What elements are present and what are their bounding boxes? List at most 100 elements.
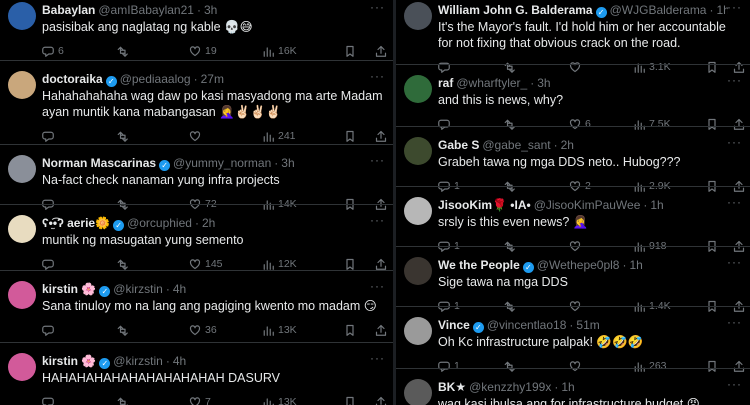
share-button[interactable] — [375, 130, 387, 142]
avatar[interactable] — [8, 155, 36, 183]
bookmark-button[interactable] — [344, 396, 356, 405]
tweet[interactable]: ʕ•̫͡•ʔ aerie🌼 ✓ @orcuphied · 2h ··· muntik ng … — [0, 204, 393, 271]
author-name[interactable]: Babaylan — [42, 3, 95, 17]
tweet[interactable]: kirstin 🌸 ✓ @kirzstin · 4h ··· Sana tinuloy mo… — [0, 270, 393, 343]
more-icon[interactable]: ··· — [727, 195, 742, 209]
post-time[interactable]: 27m — [201, 72, 224, 86]
author-name[interactable]: Vince — [438, 318, 470, 332]
views-button[interactable]: 241 — [262, 130, 296, 142]
avatar[interactable] — [8, 2, 36, 30]
bookmark-button[interactable] — [344, 130, 356, 142]
reply-button[interactable] — [42, 130, 58, 142]
author-name[interactable]: JisooKim🌹 •IA• — [438, 198, 531, 212]
avatar[interactable] — [404, 137, 432, 165]
like-button[interactable]: 19 — [189, 45, 217, 57]
avatar[interactable] — [8, 353, 36, 381]
post-time[interactable]: 3h — [537, 76, 550, 90]
views-button[interactable]: 13K — [262, 324, 297, 336]
like-button[interactable] — [189, 130, 205, 142]
author-name[interactable]: Norman Mascarinas — [42, 156, 156, 170]
tweet[interactable]: raf @wharftyler_ · 3h ··· and this is news, w… — [396, 64, 750, 130]
post-time[interactable]: 3h — [281, 156, 294, 170]
author-name[interactable]: ʕ•̫͡•ʔ aerie🌼 — [42, 216, 110, 230]
post-time[interactable]: 4h — [173, 354, 186, 368]
share-button[interactable] — [375, 258, 387, 270]
views-button[interactable]: 12K — [262, 258, 297, 270]
more-icon[interactable]: ··· — [727, 377, 742, 391]
reply-button[interactable] — [42, 258, 58, 270]
author-name[interactable]: doctoraika — [42, 72, 103, 86]
post-time[interactable]: 4h — [173, 282, 186, 296]
avatar[interactable] — [8, 71, 36, 99]
tweet[interactable]: Gabe S @gabe_sant · 2h ··· Grabeh tawa ng mga… — [396, 126, 750, 192]
share-button[interactable] — [375, 396, 387, 405]
author-handle[interactable]: @WJGBalderama — [610, 3, 707, 17]
like-button[interactable]: 145 — [189, 258, 223, 270]
tweet[interactable]: JisooKim🌹 •IA• @JisooKimPauWee · 1h ··· srsly… — [396, 186, 750, 252]
author-name[interactable]: kirstin 🌸 — [42, 354, 96, 368]
author-handle[interactable]: @kirzstin — [113, 354, 163, 368]
tweet[interactable]: We the People ✓ @Wethepe0pl8 · 1h ··· Sige taw… — [396, 246, 750, 312]
tweet[interactable]: Vince ✓ @vincentlao18 · 51m ··· Oh Kc infrastr… — [396, 306, 750, 372]
like-button[interactable]: 7 — [189, 396, 211, 405]
author-handle[interactable]: @JisooKimPauWee — [534, 198, 641, 212]
author-handle[interactable]: @kenzzhy199x — [469, 380, 551, 394]
tweet[interactable]: kirstin 🌸 ✓ @kirzstin · 4h ··· HAHAHAHAHAHAHAH… — [0, 342, 393, 405]
more-icon[interactable]: ··· — [727, 135, 742, 149]
bookmark-button[interactable] — [344, 324, 356, 336]
share-button[interactable] — [375, 324, 387, 336]
author-name[interactable]: We the People — [438, 258, 520, 272]
bookmark-button[interactable] — [344, 258, 356, 270]
avatar[interactable] — [404, 197, 432, 225]
avatar[interactable] — [404, 379, 432, 405]
repost-button[interactable] — [116, 130, 132, 142]
author-handle[interactable]: @gabe_sant — [482, 138, 550, 152]
repost-button[interactable] — [116, 45, 132, 57]
post-time[interactable]: 2h — [202, 216, 215, 230]
more-icon[interactable]: ··· — [727, 315, 742, 329]
author-handle[interactable]: @wharftyler_ — [456, 76, 527, 90]
more-icon[interactable]: ··· — [370, 69, 385, 83]
views-button[interactable]: 13K — [262, 396, 297, 405]
tweet[interactable]: William John G. Balderama ✓ @WJGBalderama ·… — [396, 0, 750, 73]
reply-button[interactable]: 6 — [42, 45, 64, 57]
more-icon[interactable]: ··· — [370, 0, 385, 14]
tweet[interactable]: Norman Mascarinas ✓ @yummy_norman · 3h ··· Na-… — [0, 144, 393, 210]
author-name[interactable]: Gabe S — [438, 138, 479, 152]
post-time[interactable]: 1h — [561, 380, 574, 394]
avatar[interactable] — [404, 317, 432, 345]
author-handle[interactable]: @yummy_norman — [173, 156, 271, 170]
post-time[interactable]: 51m — [576, 318, 599, 332]
more-icon[interactable]: ··· — [727, 0, 742, 14]
avatar[interactable] — [8, 215, 36, 243]
author-handle[interactable]: @orcuphied — [127, 216, 192, 230]
more-icon[interactable]: ··· — [727, 255, 742, 269]
more-icon[interactable]: ··· — [370, 351, 385, 365]
reply-button[interactable] — [42, 324, 58, 336]
post-time[interactable]: 3h — [204, 3, 217, 17]
post-time[interactable]: 2h — [561, 138, 574, 152]
author-name[interactable]: William John G. Balderama — [438, 3, 593, 17]
author-name[interactable]: raf — [438, 76, 453, 90]
like-button[interactable]: 36 — [189, 324, 217, 336]
author-handle[interactable]: @kirzstin — [113, 282, 163, 296]
more-icon[interactable]: ··· — [370, 153, 385, 167]
author-name[interactable]: kirstin 🌸 — [42, 282, 96, 296]
post-time[interactable]: 1h — [650, 198, 663, 212]
repost-button[interactable] — [116, 396, 132, 405]
avatar[interactable] — [8, 281, 36, 309]
tweet[interactable]: doctoraika ✓ @pediaaalog · 27m ··· Hahahahahah… — [0, 60, 393, 145]
author-handle[interactable]: @Wethepe0pl8 — [537, 258, 620, 272]
views-button[interactable]: 16K — [262, 45, 297, 57]
avatar[interactable] — [404, 257, 432, 285]
author-name[interactable]: BK★ — [438, 380, 466, 394]
author-handle[interactable]: @vincentlao18 — [487, 318, 567, 332]
tweet[interactable]: Babaylan @amIBabaylan21 · 3h ··· pasisibak an… — [0, 0, 393, 60]
share-button[interactable] — [375, 45, 387, 57]
repost-button[interactable] — [116, 258, 132, 270]
author-handle[interactable]: @pediaaalog — [120, 72, 191, 86]
avatar[interactable] — [404, 2, 432, 30]
repost-button[interactable] — [116, 324, 132, 336]
author-handle[interactable]: @amIBabaylan21 — [98, 3, 194, 17]
bookmark-button[interactable] — [344, 45, 356, 57]
